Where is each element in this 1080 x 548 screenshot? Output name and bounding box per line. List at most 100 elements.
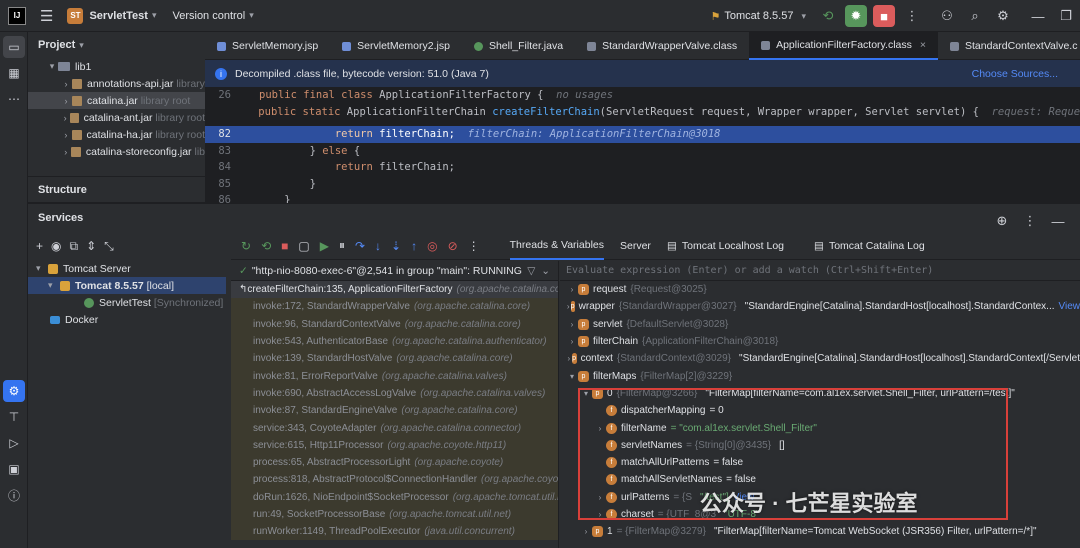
- stack-frame[interactable]: doRun:1626, NioEndpoint$SocketProcessor(…: [231, 488, 558, 506]
- restore-icon[interactable]: ❐: [1055, 5, 1077, 27]
- stack-frame[interactable]: invoke:543, AuthenticatorBase (org.apache…: [231, 332, 558, 351]
- structure-tool-icon[interactable]: ▦: [3, 62, 25, 84]
- tree-item-lib1[interactable]: ▾ lib1: [28, 58, 205, 75]
- project-name[interactable]: ServletTest: [89, 10, 148, 22]
- tab-servletmemory-jsp[interactable]: ServletMemory.jsp: [205, 32, 330, 60]
- variable-row[interactable]: f matchAllUrlPatterns = false: [560, 454, 1080, 471]
- chevron-down-icon[interactable]: ▾: [48, 280, 60, 291]
- tree-item-jar[interactable]: › catalina-ant.jar library root: [28, 109, 205, 126]
- stack-frame[interactable]: ↰ createFilterChain:135, ApplicationFilt…: [231, 281, 558, 299]
- crosshair-icon[interactable]: ⊕: [991, 210, 1013, 232]
- stack-frame[interactable]: invoke:139, StandardHostValve (org.apache…: [231, 350, 558, 368]
- stack-frame[interactable]: invoke:690, AbstractAccessLogValve (org.a…: [231, 384, 558, 403]
- run-tool-icon[interactable]: ▷: [3, 432, 25, 454]
- update-icon[interactable]: ⟲: [261, 239, 271, 253]
- view-link[interactable]: View: [1059, 301, 1080, 312]
- chevron-right-icon[interactable]: ›: [566, 337, 578, 346]
- terminal-tool-icon[interactable]: ▣: [3, 458, 25, 480]
- chevron-right-icon[interactable]: ›: [566, 354, 572, 363]
- tab-catalina-log[interactable]: ▤ Tomcat Catalina Log: [800, 232, 925, 260]
- variable-row[interactable]: f dispatcherMapping = 0: [560, 402, 1080, 419]
- chevron-down-icon[interactable]: ▾: [580, 389, 592, 398]
- service-tomcat-instance[interactable]: ▾ Tomcat 8.5.57 [local]: [28, 277, 226, 294]
- restore-layout-icon[interactable]: ▢: [298, 239, 309, 253]
- tab-standardwrappervalve[interactable]: StandardWrapperValve.class: [575, 32, 749, 60]
- chevron-right-icon[interactable]: ›: [594, 424, 606, 433]
- tab-server[interactable]: Server: [620, 232, 651, 260]
- step-over-icon[interactable]: ↷: [355, 239, 365, 253]
- main-menu-icon[interactable]: ☰: [40, 7, 53, 25]
- project-badge[interactable]: ST: [67, 7, 84, 24]
- chevron-right-icon[interactable]: ›: [566, 285, 578, 294]
- chevron-right-icon[interactable]: ›: [60, 96, 72, 106]
- more-icon[interactable]: ⋮: [901, 5, 923, 27]
- project-panel-title[interactable]: Project ▾: [28, 32, 205, 58]
- more-icon[interactable]: ⋮: [1019, 210, 1041, 232]
- service-tomcat-server[interactable]: ▾ Tomcat Server: [28, 260, 226, 277]
- choose-sources-link[interactable]: Choose Sources...: [972, 68, 1058, 80]
- service-deployment[interactable]: ServletTest [Synchronized]: [28, 294, 226, 311]
- collapse-all-icon[interactable]: ⤡: [104, 239, 114, 254]
- tab-shell-filter-java[interactable]: Shell_Filter.java: [462, 32, 575, 60]
- chevron-right-icon[interactable]: ›: [60, 79, 72, 89]
- project-tool-icon[interactable]: ▭: [3, 36, 25, 58]
- variable-row[interactable]: › p request {Request@3025}: [560, 281, 1080, 298]
- tab-servletmemory2-jsp[interactable]: ServletMemory2.jsp: [330, 32, 462, 60]
- tab-localhost-log[interactable]: ▤ Tomcat Localhost Log: [667, 232, 784, 260]
- add-service-icon[interactable]: +: [36, 239, 43, 253]
- build-tool-icon[interactable]: ⊤: [3, 406, 25, 428]
- filter-icon[interactable]: ▽ ⌄: [527, 265, 550, 277]
- stop-icon[interactable]: ■: [873, 5, 895, 27]
- thread-selector[interactable]: ✓ "http-nio-8080-exec-6"@2,541 in group …: [231, 261, 558, 281]
- variable-row[interactable]: › p context {StandardContext@3029} "Standard…: [560, 350, 1080, 367]
- resume-icon[interactable]: ▶: [320, 239, 329, 253]
- pause-icon[interactable]: ⏸: [339, 238, 345, 253]
- variable-row[interactable]: › p filterChain {ApplicationFilterChain@301…: [560, 333, 1080, 350]
- chevron-down-icon[interactable]: ▾: [46, 61, 58, 72]
- eye-icon[interactable]: ◉: [51, 239, 61, 253]
- gear-icon[interactable]: ⚙: [992, 5, 1014, 27]
- stack-frame[interactable]: process:65, AbstractProcessorLight (org.a…: [231, 453, 558, 472]
- chevron-right-icon[interactable]: ›: [566, 320, 578, 329]
- view-breakpoints-icon[interactable]: ◎: [427, 239, 437, 253]
- tree-item-jar[interactable]: › catalina-storeconfig.jar lib: [28, 143, 205, 160]
- more-icon[interactable]: ⋮: [468, 239, 480, 253]
- variable-row[interactable]: ▾ p 0 {FilterMap@3266} "FilterMap[filterName…: [560, 385, 1080, 402]
- tab-standardcontextvalve[interactable]: StandardContextValve.c: [938, 32, 1080, 60]
- chevron-down-icon[interactable]: ▾: [36, 263, 48, 274]
- stack-frame[interactable]: run:49, SocketProcessorBase (org.apache.t…: [231, 505, 558, 524]
- chevron-right-icon[interactable]: ›: [60, 113, 70, 123]
- stack-frame[interactable]: runWorker:1149, ThreadPoolExecutor (java.…: [231, 523, 558, 541]
- tree-item-jar[interactable]: › annotations-api.jar library: [28, 75, 205, 92]
- variable-row[interactable]: f servletNames = {String[0]@3435}[]: [560, 437, 1080, 454]
- chevron-right-icon[interactable]: ›: [594, 510, 606, 519]
- search-icon[interactable]: ⌕: [964, 5, 986, 27]
- stack-frame[interactable]: service:343, CoyoteAdapter (org.apache.ca…: [231, 419, 558, 437]
- services-tool-icon[interactable]: ⚙: [3, 380, 25, 402]
- stack-frame[interactable]: invoke:96, StandardContextValve (org.apac…: [231, 315, 558, 333]
- chevron-right-icon[interactable]: ›: [594, 493, 606, 502]
- service-docker[interactable]: Docker: [28, 311, 226, 328]
- stack-frame[interactable]: process:818, AbstractProtocol$Connection…: [231, 471, 558, 489]
- variable-row[interactable]: › p servlet {DefaultServlet@3028}: [560, 316, 1080, 333]
- variable-row[interactable]: › p wrapper {StandardWrapper@3027} "Standard…: [560, 298, 1080, 315]
- tab-applicationfilterfactory[interactable]: ApplicationFilterFactory.class ×: [749, 32, 939, 60]
- version-control-menu[interactable]: Version control: [172, 10, 245, 22]
- code-editor[interactable]: 26 public final class ApplicationFilterF…: [205, 87, 1080, 203]
- run-configuration[interactable]: Tomcat 8.5.57: [724, 10, 793, 22]
- chevron-down-icon[interactable]: ▾: [801, 11, 806, 22]
- problems-tool-icon[interactable]: ⓘ: [3, 484, 25, 506]
- structure-panel-title[interactable]: Structure: [28, 176, 205, 202]
- minimize-icon[interactable]: —: [1027, 5, 1049, 27]
- add-user-icon[interactable]: ⚇: [936, 5, 958, 27]
- hide-icon[interactable]: —: [1047, 210, 1069, 232]
- tree-item-jar[interactable]: › catalina.jar library root: [28, 92, 205, 109]
- stack-frame[interactable]: service:615, Http11Processor (org.apache.…: [231, 436, 558, 454]
- stack-frame[interactable]: invoke:172, StandardWrapperValve (org.apa…: [231, 298, 558, 316]
- step-into-icon[interactable]: ↓: [375, 239, 381, 253]
- tree-item-jar[interactable]: › catalina-ha.jar library root: [28, 126, 205, 143]
- variable-row[interactable]: › f filterName = "com.al1ex.servlet.Shell_F…: [560, 419, 1080, 436]
- mute-breakpoints-icon[interactable]: ⊘: [448, 239, 458, 253]
- stack-frame[interactable]: invoke:81, ErrorReportValve (org.apache.c…: [231, 367, 558, 385]
- debug-icon[interactable]: ✹: [845, 5, 867, 27]
